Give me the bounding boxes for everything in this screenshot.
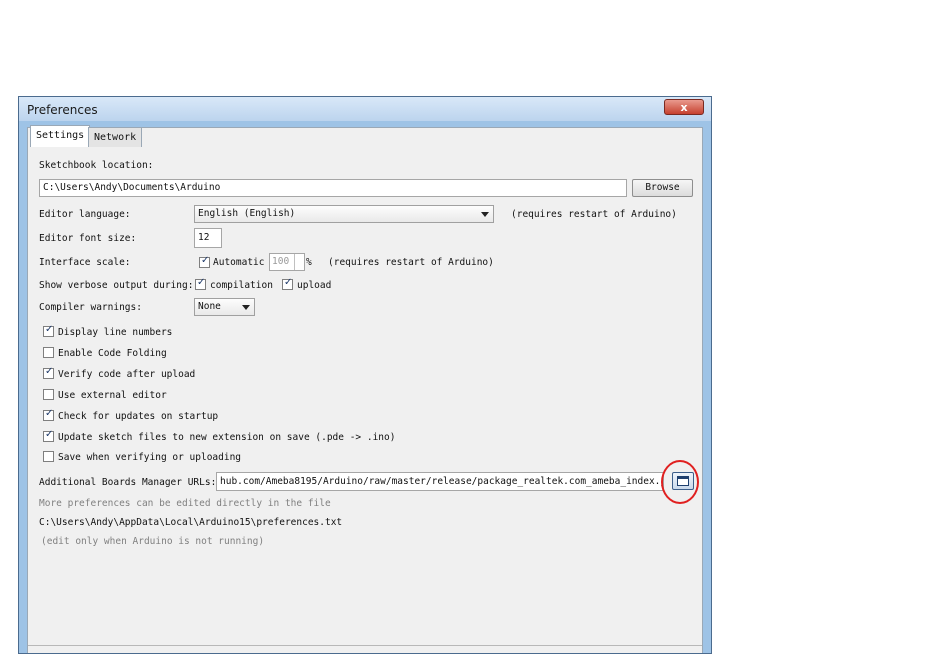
settings-panel: Settings Network Sketchbook location: C:… bbox=[27, 125, 703, 653]
footer-divider bbox=[28, 645, 702, 646]
close-button[interactable]: x bbox=[664, 99, 704, 115]
scale-unit: % bbox=[306, 257, 312, 268]
warnings-label: Compiler warnings: bbox=[39, 302, 142, 313]
warnings-value: None bbox=[198, 301, 221, 312]
spin-up-icon[interactable] bbox=[294, 254, 304, 262]
checkbox-label: Use external editor bbox=[58, 390, 167, 401]
language-select[interactable]: English (English) bbox=[194, 205, 494, 223]
prefs-path: C:\Users\Andy\AppData\Local\Arduino15\pr… bbox=[39, 517, 343, 528]
checkbox-label: Verify code after upload bbox=[58, 369, 196, 380]
checkbox-save-when-verifying[interactable] bbox=[43, 451, 54, 462]
verbose-compilation-label: compilation bbox=[210, 280, 273, 291]
language-label: Editor language: bbox=[39, 209, 131, 220]
spin-down-icon[interactable] bbox=[294, 262, 304, 270]
scale-label: Interface scale: bbox=[39, 257, 131, 268]
title-bar[interactable]: Preferences x bbox=[19, 97, 711, 121]
language-value: English (English) bbox=[198, 208, 296, 219]
checkbox-label: Update sketch files to new extension on … bbox=[58, 432, 396, 443]
scale-auto-checkbox[interactable] bbox=[199, 255, 210, 268]
scale-auto-label: Automatic bbox=[213, 257, 265, 268]
verbose-compilation-checkbox[interactable] bbox=[195, 277, 206, 290]
window-title: Preferences bbox=[27, 103, 98, 117]
boards-url-label: Additional Boards Manager URLs: bbox=[39, 477, 217, 488]
sketchbook-input[interactable]: C:\Users\Andy\Documents\Arduino bbox=[39, 179, 627, 197]
chevron-down-icon bbox=[481, 212, 489, 217]
preferences-window: Preferences x Settings Network Sketchboo… bbox=[18, 96, 712, 654]
checkbox-label: Save when verifying or uploading bbox=[58, 452, 242, 463]
font-size-input[interactable]: 12 bbox=[194, 228, 222, 248]
chevron-down-icon bbox=[242, 305, 250, 310]
scale-spinner[interactable]: 100 bbox=[269, 253, 305, 271]
scale-value: 100 bbox=[272, 256, 290, 267]
checkbox-verify-after-upload[interactable] bbox=[43, 366, 54, 379]
highlight-circle bbox=[661, 460, 699, 504]
checkbox-code-folding[interactable] bbox=[43, 347, 54, 358]
tab-network[interactable]: Network bbox=[88, 127, 143, 147]
more-prefs-note: More preferences can be edited directly … bbox=[39, 498, 331, 509]
verbose-upload-label: upload bbox=[297, 280, 332, 291]
checkbox-external-editor[interactable] bbox=[43, 389, 54, 400]
tab-settings[interactable]: Settings bbox=[30, 125, 91, 147]
warnings-select[interactable]: None bbox=[194, 298, 255, 316]
browse-button[interactable]: Browse bbox=[632, 179, 693, 197]
checkbox-update-extension[interactable] bbox=[43, 429, 54, 442]
boards-url-input[interactable]: hub.com/Ameba8195/Arduino/raw/master/rel… bbox=[216, 472, 664, 491]
sketchbook-label: Sketchbook location: bbox=[39, 160, 154, 171]
checkbox-check-updates[interactable] bbox=[43, 408, 54, 421]
checkbox-label: Enable Code Folding bbox=[58, 348, 167, 359]
edit-note: (edit only when Arduino is not running) bbox=[41, 536, 265, 547]
verbose-label: Show verbose output during: bbox=[39, 280, 194, 291]
font-size-label: Editor font size: bbox=[39, 233, 137, 244]
scale-note: (requires restart of Arduino) bbox=[328, 257, 494, 268]
checkbox-label: Check for updates on startup bbox=[58, 411, 219, 422]
checkbox-display-line-numbers[interactable] bbox=[43, 324, 54, 337]
language-note: (requires restart of Arduino) bbox=[511, 209, 677, 220]
checkbox-label: Display line numbers bbox=[58, 327, 173, 338]
verbose-upload-checkbox[interactable] bbox=[282, 277, 293, 290]
